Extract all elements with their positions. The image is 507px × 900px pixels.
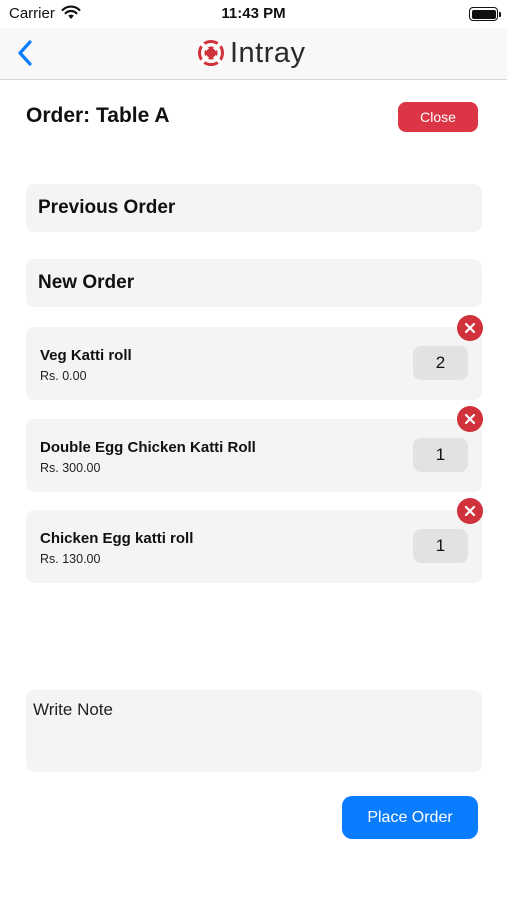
item-name: Double Egg Chicken Katti Roll: [40, 439, 256, 456]
place-order-button[interactable]: Place Order: [342, 796, 478, 839]
quantity-field[interactable]: 2: [413, 346, 468, 380]
intray-logo-icon: [198, 40, 224, 66]
navigation-bar: Intray: [0, 28, 507, 80]
close-button[interactable]: Close: [398, 102, 478, 132]
battery-icon: [469, 7, 501, 21]
item-price: Rs. 300.00: [40, 461, 101, 475]
order-item: Veg Katti roll Rs. 0.00 2: [26, 327, 482, 400]
item-name: Chicken Egg katti roll: [40, 530, 194, 547]
close-icon: [464, 505, 476, 517]
close-icon: [464, 413, 476, 425]
status-time: 11:43 PM: [221, 5, 286, 22]
remove-item-button[interactable]: [457, 315, 483, 341]
brand-name: Intray: [230, 36, 306, 69]
item-price: Rs. 0.00: [40, 369, 87, 383]
brand-logo: Intray: [196, 35, 306, 71]
close-icon: [464, 322, 476, 334]
order-item: Chicken Egg katti roll Rs. 130.00 1: [26, 510, 482, 583]
order-item: Double Egg Chicken Katti Roll Rs. 300.00…: [26, 419, 482, 492]
note-field[interactable]: Write Note: [26, 690, 482, 772]
item-price: Rs. 130.00: [40, 552, 101, 566]
remove-item-button[interactable]: [457, 406, 483, 432]
page-title: Order: Table A: [26, 104, 170, 127]
status-bar: Carrier 11:43 PM: [0, 0, 507, 28]
quantity-field[interactable]: 1: [413, 529, 468, 563]
remove-item-button[interactable]: [457, 498, 483, 524]
previous-order-section[interactable]: Previous Order: [26, 184, 482, 232]
item-name: Veg Katti roll: [40, 347, 132, 364]
back-button[interactable]: [10, 36, 40, 70]
quantity-field[interactable]: 1: [413, 438, 468, 472]
back-chevron-icon: [18, 40, 32, 66]
new-order-section[interactable]: New Order: [26, 259, 482, 307]
